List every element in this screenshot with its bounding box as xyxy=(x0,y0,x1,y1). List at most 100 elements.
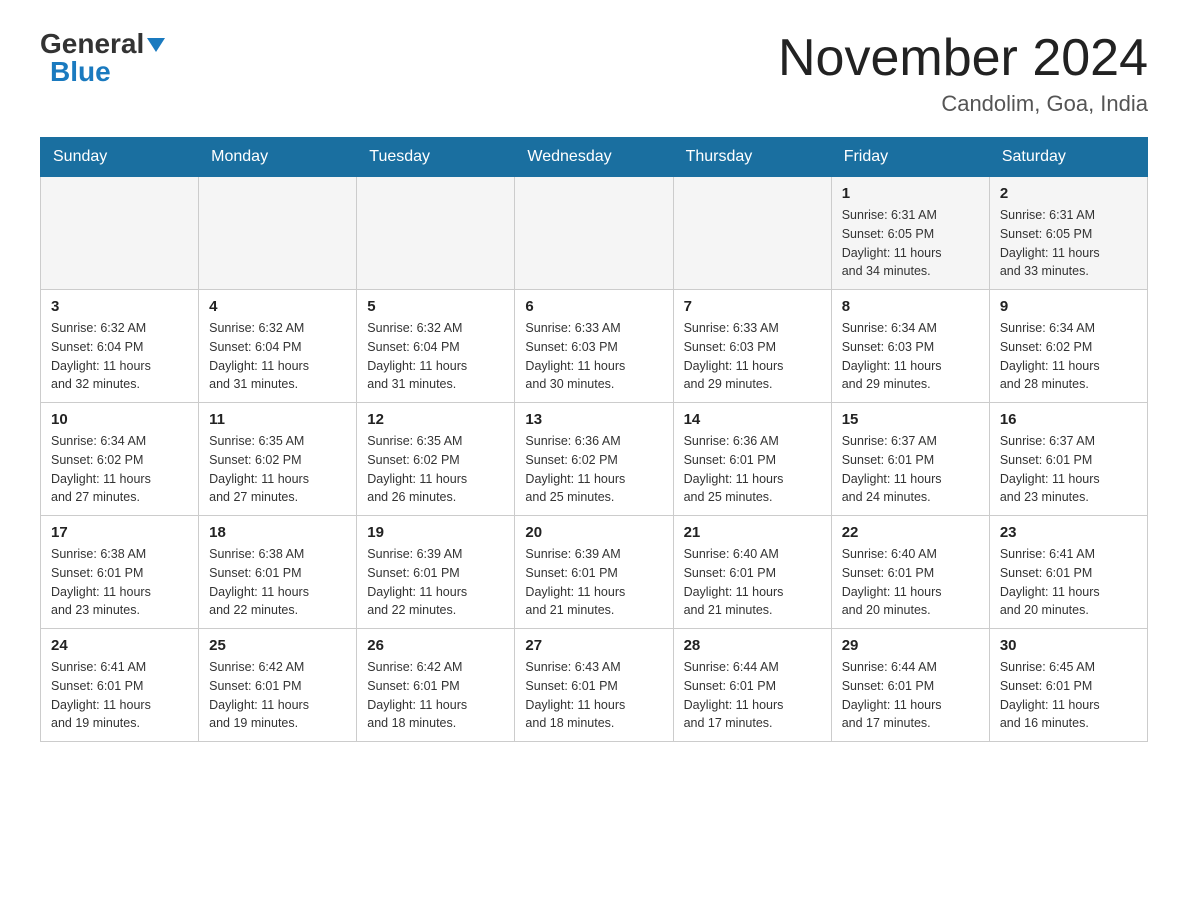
calendar-day-cell: 18 Sunrise: 6:38 AM Sunset: 6:01 PM Dayli… xyxy=(199,516,357,629)
day-number: 22 xyxy=(842,524,979,541)
calendar-day-cell: 15Sunrise: 6:37 AM Sunset: 6:01 PM Dayli… xyxy=(831,403,989,516)
day-info: Sunrise: 6:35 AM Sunset: 6:02 PM Dayligh… xyxy=(209,432,346,507)
day-number: 25 xyxy=(209,637,346,654)
calendar-day-cell: 20Sunrise: 6:39 AM Sunset: 6:01 PM Dayli… xyxy=(515,516,673,629)
calendar-week-row: 17Sunrise: 6:38 AM Sunset: 6:01 PM Dayli… xyxy=(41,516,1148,629)
day-info: Sunrise: 6:31 AM Sunset: 6:05 PM Dayligh… xyxy=(1000,206,1137,281)
day-info: Sunrise: 6:38 AM Sunset: 6:01 PM Dayligh… xyxy=(209,545,346,620)
logo: General Blue xyxy=(40,30,169,86)
day-number: 16 xyxy=(1000,411,1137,428)
day-number: 18 xyxy=(209,524,346,541)
calendar-day-cell: 1 Sunrise: 6:31 AM Sunset: 6:05 PM Daylig… xyxy=(831,177,989,290)
calendar-day-cell: 2 Sunrise: 6:31 AM Sunset: 6:05 PM Daylig… xyxy=(989,177,1147,290)
day-info: Sunrise: 6:34 AM Sunset: 6:02 PM Dayligh… xyxy=(51,432,188,507)
calendar-day-cell: 4Sunrise: 6:32 AM Sunset: 6:04 PM Daylig… xyxy=(199,290,357,403)
calendar-week-row: 10 Sunrise: 6:34 AM Sunset: 6:02 PM Dayli… xyxy=(41,403,1148,516)
logo-general-text: General xyxy=(40,30,144,58)
day-number: 2 xyxy=(1000,185,1137,202)
day-info: Sunrise: 6:37 AM Sunset: 6:01 PM Dayligh… xyxy=(1000,432,1137,507)
day-info: Sunrise: 6:36 AM Sunset: 6:01 PM Dayligh… xyxy=(684,432,821,507)
day-number: 29 xyxy=(842,637,979,654)
day-info: Sunrise: 6:42 AM Sunset: 6:01 PM Dayligh… xyxy=(367,658,504,733)
day-info: Sunrise: 6:42 AM Sunset: 6:01 PM Dayligh… xyxy=(209,658,346,733)
calendar-day-cell: 19 Sunrise: 6:39 AM Sunset: 6:01 PM Dayli… xyxy=(357,516,515,629)
calendar-day-cell: 29 Sunrise: 6:44 AM Sunset: 6:01 PM Dayli… xyxy=(831,629,989,742)
logo-triangle-icon xyxy=(147,34,169,56)
day-info: Sunrise: 6:32 AM Sunset: 6:04 PM Dayligh… xyxy=(367,319,504,394)
day-info: Sunrise: 6:37 AM Sunset: 6:01 PM Dayligh… xyxy=(842,432,979,507)
calendar-day-cell: 9 Sunrise: 6:34 AM Sunset: 6:02 PM Daylig… xyxy=(989,290,1147,403)
day-number: 28 xyxy=(684,637,821,654)
day-number: 4 xyxy=(209,298,346,315)
day-number: 13 xyxy=(525,411,662,428)
calendar-day-cell: 28 Sunrise: 6:44 AM Sunset: 6:01 PM Dayli… xyxy=(673,629,831,742)
title-section: November 2024 Candolim, Goa, India xyxy=(778,30,1148,117)
calendar-day-cell: 11 Sunrise: 6:35 AM Sunset: 6:02 PM Dayli… xyxy=(199,403,357,516)
day-number: 14 xyxy=(684,411,821,428)
calendar-day-cell: 22Sunrise: 6:40 AM Sunset: 6:01 PM Dayli… xyxy=(831,516,989,629)
day-info: Sunrise: 6:44 AM Sunset: 6:01 PM Dayligh… xyxy=(842,658,979,733)
calendar-day-cell: 17Sunrise: 6:38 AM Sunset: 6:01 PM Dayli… xyxy=(41,516,199,629)
calendar-day-cell xyxy=(41,177,199,290)
calendar-day-cell: 21 Sunrise: 6:40 AM Sunset: 6:01 PM Dayli… xyxy=(673,516,831,629)
day-info: Sunrise: 6:34 AM Sunset: 6:02 PM Dayligh… xyxy=(1000,319,1137,394)
calendar-day-cell: 6 Sunrise: 6:33 AM Sunset: 6:03 PM Daylig… xyxy=(515,290,673,403)
calendar-day-cell: 3 Sunrise: 6:32 AM Sunset: 6:04 PM Daylig… xyxy=(41,290,199,403)
day-info: Sunrise: 6:33 AM Sunset: 6:03 PM Dayligh… xyxy=(525,319,662,394)
col-saturday: Saturday xyxy=(989,138,1147,177)
location: Candolim, Goa, India xyxy=(778,91,1148,117)
day-info: Sunrise: 6:43 AM Sunset: 6:01 PM Dayligh… xyxy=(525,658,662,733)
col-tuesday: Tuesday xyxy=(357,138,515,177)
day-info: Sunrise: 6:31 AM Sunset: 6:05 PM Dayligh… xyxy=(842,206,979,281)
calendar-day-cell: 27 Sunrise: 6:43 AM Sunset: 6:01 PM Dayli… xyxy=(515,629,673,742)
calendar-day-cell: 24Sunrise: 6:41 AM Sunset: 6:01 PM Dayli… xyxy=(41,629,199,742)
col-wednesday: Wednesday xyxy=(515,138,673,177)
day-number: 11 xyxy=(209,411,346,428)
day-number: 23 xyxy=(1000,524,1137,541)
day-number: 30 xyxy=(1000,637,1137,654)
calendar-week-row: 3 Sunrise: 6:32 AM Sunset: 6:04 PM Daylig… xyxy=(41,290,1148,403)
calendar-header-row: Sunday Monday Tuesday Wednesday Thursday… xyxy=(41,138,1148,177)
col-thursday: Thursday xyxy=(673,138,831,177)
calendar-day-cell: 26 Sunrise: 6:42 AM Sunset: 6:01 PM Dayli… xyxy=(357,629,515,742)
calendar-week-row: 1 Sunrise: 6:31 AM Sunset: 6:05 PM Daylig… xyxy=(41,177,1148,290)
day-info: Sunrise: 6:35 AM Sunset: 6:02 PM Dayligh… xyxy=(367,432,504,507)
calendar-table: Sunday Monday Tuesday Wednesday Thursday… xyxy=(40,137,1148,742)
calendar-day-cell: 16 Sunrise: 6:37 AM Sunset: 6:01 PM Dayli… xyxy=(989,403,1147,516)
calendar-day-cell: 7Sunrise: 6:33 AM Sunset: 6:03 PM Daylig… xyxy=(673,290,831,403)
day-info: Sunrise: 6:40 AM Sunset: 6:01 PM Dayligh… xyxy=(684,545,821,620)
page-header: General Blue November 2024 Candolim, Goa… xyxy=(40,30,1148,117)
day-number: 10 xyxy=(51,411,188,428)
day-info: Sunrise: 6:38 AM Sunset: 6:01 PM Dayligh… xyxy=(51,545,188,620)
day-info: Sunrise: 6:39 AM Sunset: 6:01 PM Dayligh… xyxy=(367,545,504,620)
day-number: 19 xyxy=(367,524,504,541)
day-number: 6 xyxy=(525,298,662,315)
day-info: Sunrise: 6:32 AM Sunset: 6:04 PM Dayligh… xyxy=(51,319,188,394)
day-info: Sunrise: 6:44 AM Sunset: 6:01 PM Dayligh… xyxy=(684,658,821,733)
day-number: 8 xyxy=(842,298,979,315)
col-monday: Monday xyxy=(199,138,357,177)
day-number: 27 xyxy=(525,637,662,654)
calendar-day-cell xyxy=(357,177,515,290)
calendar-day-cell: 12Sunrise: 6:35 AM Sunset: 6:02 PM Dayli… xyxy=(357,403,515,516)
calendar-day-cell: 23 Sunrise: 6:41 AM Sunset: 6:01 PM Dayli… xyxy=(989,516,1147,629)
day-info: Sunrise: 6:41 AM Sunset: 6:01 PM Dayligh… xyxy=(1000,545,1137,620)
calendar-day-cell xyxy=(199,177,357,290)
day-number: 5 xyxy=(367,298,504,315)
calendar-day-cell xyxy=(515,177,673,290)
day-info: Sunrise: 6:39 AM Sunset: 6:01 PM Dayligh… xyxy=(525,545,662,620)
calendar-day-cell: 25 Sunrise: 6:42 AM Sunset: 6:01 PM Dayli… xyxy=(199,629,357,742)
col-friday: Friday xyxy=(831,138,989,177)
day-number: 24 xyxy=(51,637,188,654)
day-number: 3 xyxy=(51,298,188,315)
day-number: 21 xyxy=(684,524,821,541)
calendar-day-cell: 14 Sunrise: 6:36 AM Sunset: 6:01 PM Dayli… xyxy=(673,403,831,516)
day-number: 9 xyxy=(1000,298,1137,315)
day-info: Sunrise: 6:45 AM Sunset: 6:01 PM Dayligh… xyxy=(1000,658,1137,733)
col-sunday: Sunday xyxy=(41,138,199,177)
day-number: 1 xyxy=(842,185,979,202)
month-title: November 2024 xyxy=(778,30,1148,87)
day-number: 26 xyxy=(367,637,504,654)
calendar-day-cell: 5 Sunrise: 6:32 AM Sunset: 6:04 PM Daylig… xyxy=(357,290,515,403)
calendar-day-cell: 8Sunrise: 6:34 AM Sunset: 6:03 PM Daylig… xyxy=(831,290,989,403)
